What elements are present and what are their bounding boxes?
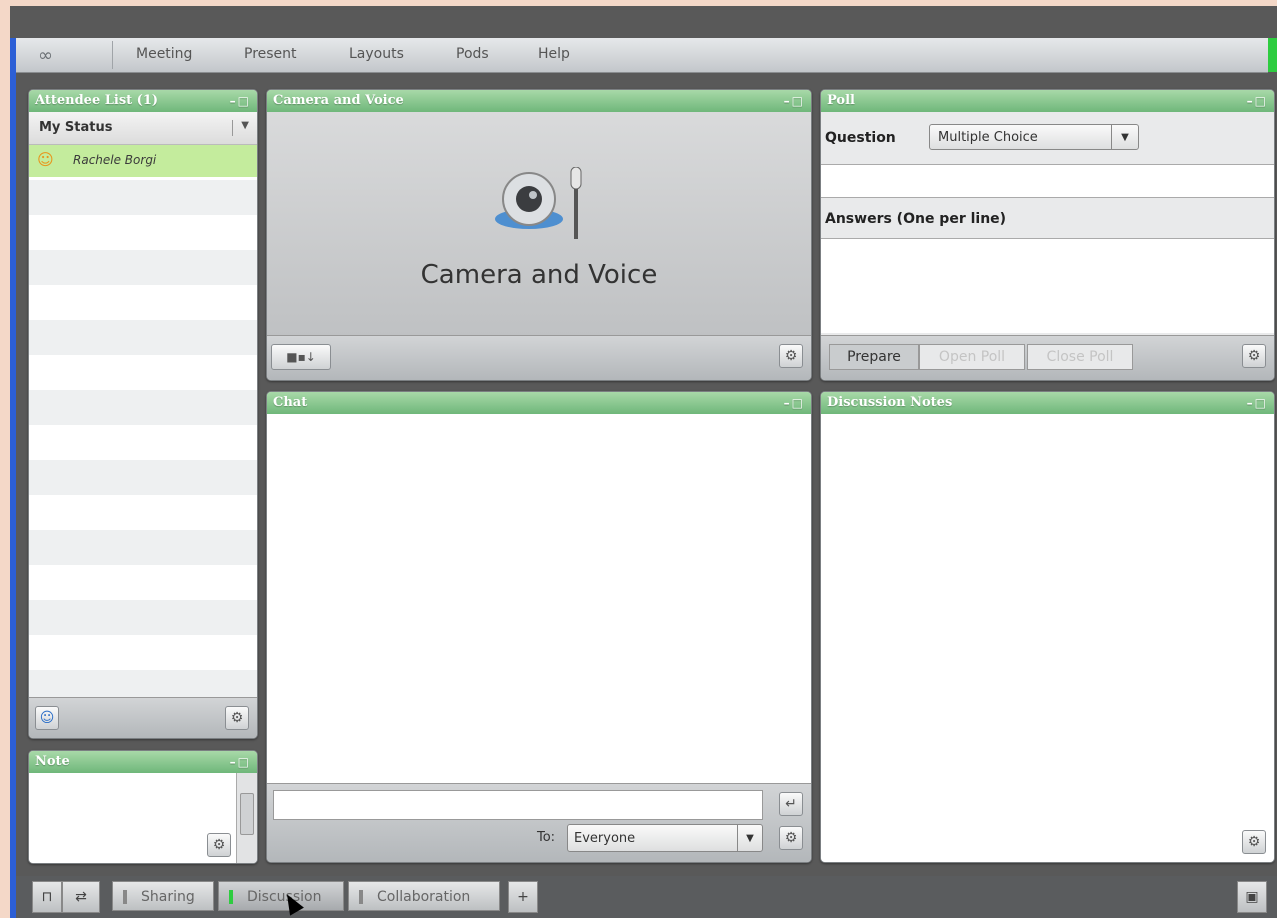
poll-pod: Poll –□ Question Multiple Choice ▼ Answe… xyxy=(820,89,1275,381)
chevron-down-icon[interactable]: ▼ xyxy=(737,825,762,851)
pod-title: Attendee List (1) xyxy=(35,93,159,108)
note-pod: Note –□ ⚙ xyxy=(28,750,258,864)
camera-voice-label: Camera and Voice xyxy=(420,260,658,290)
grip-icon xyxy=(229,890,233,904)
shuffle-icon[interactable]: ⇄ xyxy=(62,881,100,913)
tab-label: Collaboration xyxy=(377,889,471,905)
chat-pod: Chat –□ ↵ To: Everyone ▼ ⚙ xyxy=(266,391,812,863)
my-status-dropdown[interactable]: My Status ▼ xyxy=(29,112,257,145)
gear-icon[interactable]: ⚙ xyxy=(779,344,803,368)
attendee-name: Rachele Borgi xyxy=(73,153,157,167)
answers-input[interactable] xyxy=(821,238,1274,333)
status-label: My Status xyxy=(39,120,113,135)
window-edge-right xyxy=(1268,38,1277,72)
pod-title-bar[interactable]: Chat –□ xyxy=(267,392,811,414)
send-icon[interactable]: ↵ xyxy=(779,792,803,816)
pod-footer: ■▪↓ ⚙ xyxy=(267,335,811,380)
pod-title-bar[interactable]: Poll –□ xyxy=(821,90,1274,112)
gear-icon[interactable]: ⚙ xyxy=(779,826,803,850)
window-controls-icon[interactable]: –□ xyxy=(784,392,805,414)
add-layout-button[interactable]: + xyxy=(508,881,538,913)
layout-bar: ⊓ ⇄ Sharing Discussion Collaboration + ▣ xyxy=(16,876,1277,918)
pod-footer: ☺ ⚙ xyxy=(29,697,257,738)
tab-label: Sharing xyxy=(141,889,195,905)
grip-icon xyxy=(359,890,363,904)
grip-icon xyxy=(123,890,127,904)
scroll-thumb[interactable] xyxy=(240,793,254,835)
pod-footer: Prepare Open Poll Close Poll ⚙ xyxy=(821,335,1274,380)
pod-title-bar[interactable]: Attendee List (1) –□ xyxy=(29,90,257,112)
gear-icon[interactable]: ⚙ xyxy=(225,706,249,730)
pod-title: Discussion Notes xyxy=(827,395,953,410)
menu-bar: ∞ Meeting Present Layouts Pods Help xyxy=(16,38,1268,73)
gear-icon[interactable]: ⚙ xyxy=(1242,830,1266,854)
lock-icon[interactable]: ⊓ xyxy=(32,881,62,913)
pod-title: Poll xyxy=(827,93,855,108)
open-poll-button[interactable]: Open Poll xyxy=(919,344,1025,370)
scrollbar[interactable] xyxy=(236,773,257,863)
tab-sharing[interactable]: Sharing xyxy=(112,881,214,911)
question-type-value: Multiple Choice xyxy=(938,130,1038,145)
attendee-list-pod: Attendee List (1) –□ My Status ▼ ☺ Rache… xyxy=(28,89,258,739)
chevron-down-icon[interactable]: ▼ xyxy=(232,120,249,136)
attendee-list: ☺ Rachele Borgi xyxy=(29,145,257,698)
pod-title-bar[interactable]: Discussion Notes –□ xyxy=(821,392,1274,414)
save-icon[interactable]: ▣ xyxy=(1237,881,1267,913)
window-controls-icon[interactable]: –□ xyxy=(784,90,805,112)
connect-logo-icon[interactable]: ∞ xyxy=(38,45,82,67)
pod-footer: ↵ To: Everyone ▼ ⚙ xyxy=(267,783,811,862)
menu-pods[interactable]: Pods xyxy=(456,46,489,62)
chevron-down-icon[interactable]: ▼ xyxy=(1111,125,1138,149)
camera-area: Camera and Voice xyxy=(267,112,811,336)
host-person-icon: ☺ xyxy=(37,150,54,169)
window-controls-icon[interactable]: –□ xyxy=(230,90,251,112)
pod-title: Camera and Voice xyxy=(273,93,404,108)
menu-layouts[interactable]: Layouts xyxy=(349,46,404,62)
question-label: Question xyxy=(825,130,896,146)
pod-title-bar[interactable]: Camera and Voice –□ xyxy=(267,90,811,112)
window-edge xyxy=(10,38,16,918)
menu-help[interactable]: Help xyxy=(538,46,570,62)
camera-voice-pod: Camera and Voice –□ Camera and Voice ■▪↓… xyxy=(266,89,812,381)
window-controls-icon[interactable]: –□ xyxy=(230,751,251,773)
question-input[interactable] xyxy=(821,164,1274,198)
answers-label: Answers (One per line) xyxy=(825,211,1007,227)
window-controls-icon[interactable]: –□ xyxy=(1247,392,1268,414)
pod-title: Note xyxy=(35,754,70,769)
attendee-row[interactable]: ☺ Rachele Borgi xyxy=(29,145,257,177)
recipient-select[interactable]: Everyone ▼ xyxy=(567,824,763,852)
tab-discussion[interactable]: Discussion xyxy=(218,881,344,911)
add-user-icon[interactable]: ☺ xyxy=(35,706,59,730)
question-type-select[interactable]: Multiple Choice ▼ xyxy=(929,124,1139,150)
to-label: To: xyxy=(537,830,556,845)
prepare-button[interactable]: Prepare xyxy=(829,344,919,370)
chat-input[interactable] xyxy=(273,790,763,820)
webcam-microphone-icon xyxy=(495,167,582,239)
menu-separator xyxy=(112,41,113,69)
recipient-value: Everyone xyxy=(574,831,636,846)
tab-collaboration[interactable]: Collaboration xyxy=(348,881,500,911)
window-controls-icon[interactable]: –□ xyxy=(1247,90,1268,112)
camera-mic-toggle-button[interactable]: ■▪↓ xyxy=(271,344,331,370)
close-poll-button[interactable]: Close Poll xyxy=(1027,344,1133,370)
pod-title-bar[interactable]: Note –□ xyxy=(29,751,257,773)
gear-icon[interactable]: ⚙ xyxy=(1242,344,1266,368)
discussion-notes-pod: Discussion Notes –□ ⚙ xyxy=(820,391,1275,863)
menu-present[interactable]: Present xyxy=(244,46,297,62)
menu-meeting[interactable]: Meeting xyxy=(136,46,192,62)
gear-icon[interactable]: ⚙ xyxy=(207,833,231,857)
pod-title: Chat xyxy=(273,395,308,410)
chat-messages xyxy=(267,414,811,784)
notes-area[interactable] xyxy=(821,414,1274,862)
